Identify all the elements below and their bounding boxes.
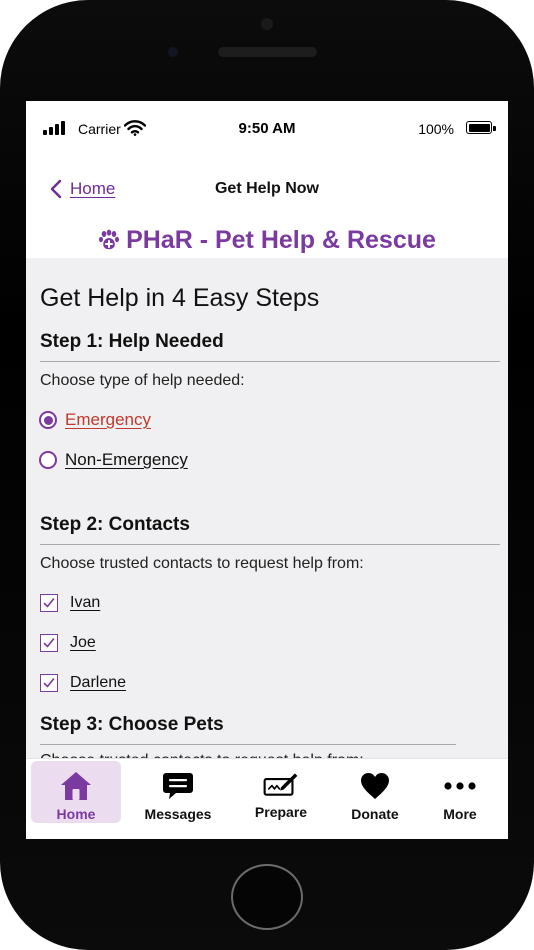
tab-label: Donate: [351, 806, 399, 822]
checkmark-icon: [43, 598, 55, 608]
contact-label: Joe: [70, 634, 96, 651]
contact-joe[interactable]: Joe: [40, 634, 96, 652]
checkbox-checked[interactable]: [40, 594, 58, 612]
checkmark-icon: [43, 678, 55, 688]
tab-label: Prepare: [254, 804, 308, 820]
checkbox-checked[interactable]: [40, 674, 58, 692]
screen: Carrier 9:50 AM 100% Home Get Help Now P…: [26, 101, 508, 839]
step1-prompt: Choose type of help needed:: [40, 372, 245, 389]
tab-donate[interactable]: Donate: [330, 761, 420, 823]
brand-title: PHaR - Pet Help & Rescue: [126, 225, 436, 254]
phone-frame: Carrier 9:50 AM 100% Home Get Help Now P…: [0, 0, 534, 950]
step1-title: Step 1: Help Needed: [40, 331, 224, 352]
radio-emergency[interactable]: Emergency: [39, 410, 151, 430]
step2-divider: [40, 544, 500, 545]
contact-ivan[interactable]: Ivan: [40, 594, 100, 612]
paw-icon: [99, 229, 120, 250]
tab-home[interactable]: Home: [31, 761, 121, 823]
tab-messages[interactable]: Messages: [133, 761, 223, 823]
step3-divider: [40, 744, 456, 745]
tab-label: Messages: [144, 806, 212, 822]
status-bar: Carrier 9:50 AM 100%: [26, 101, 508, 157]
radio-non-emergency[interactable]: Non-Emergency: [39, 450, 188, 470]
battery-cap: [493, 126, 496, 131]
step3-title: Step 3: Choose Pets: [40, 714, 224, 735]
navigation-bar: Home Get Help Now: [26, 157, 508, 215]
tab-label: Home: [56, 806, 96, 822]
non-emergency-label: Non-Emergency: [65, 450, 188, 469]
radio-button-selected[interactable]: [39, 411, 57, 429]
step2-prompt: Choose trusted contacts to request help …: [40, 555, 364, 572]
page-title: Get Help Now: [214, 180, 319, 197]
tab-label: More: [443, 806, 477, 822]
step2-title: Step 2: Contacts: [40, 514, 190, 535]
contact-darlene[interactable]: Darlene: [40, 674, 126, 692]
messages-icon: [160, 769, 196, 803]
radio-button-unselected[interactable]: [39, 451, 57, 469]
tab-bar: Home Messages Prepare Donate More: [26, 758, 508, 839]
step1-divider: [40, 361, 500, 362]
contact-label: Darlene: [70, 674, 127, 691]
prepare-icon: [263, 767, 299, 801]
emergency-label: Emergency: [65, 410, 151, 429]
battery-percentage: 100%: [418, 121, 454, 137]
heart-icon: [357, 769, 393, 803]
home-icon: [58, 769, 94, 803]
main-heading: Get Help in 4 Easy Steps: [40, 284, 320, 312]
home-button[interactable]: [231, 864, 303, 930]
help-steps-content[interactable]: Get Help in 4 Easy Steps Step 1: Help Ne…: [26, 258, 508, 760]
front-camera: [261, 18, 273, 30]
checkmark-icon: [43, 638, 55, 648]
checkbox-checked[interactable]: [40, 634, 58, 652]
brand-header: PHaR - Pet Help & Rescue: [26, 221, 508, 259]
earpiece-speaker: [218, 47, 317, 57]
more-icon: [442, 769, 478, 803]
battery-icon: [466, 121, 492, 134]
tab-prepare[interactable]: Prepare: [236, 759, 326, 821]
proximity-sensor: [168, 47, 178, 57]
tab-more[interactable]: More: [415, 761, 505, 823]
contact-label: Ivan: [70, 594, 101, 611]
